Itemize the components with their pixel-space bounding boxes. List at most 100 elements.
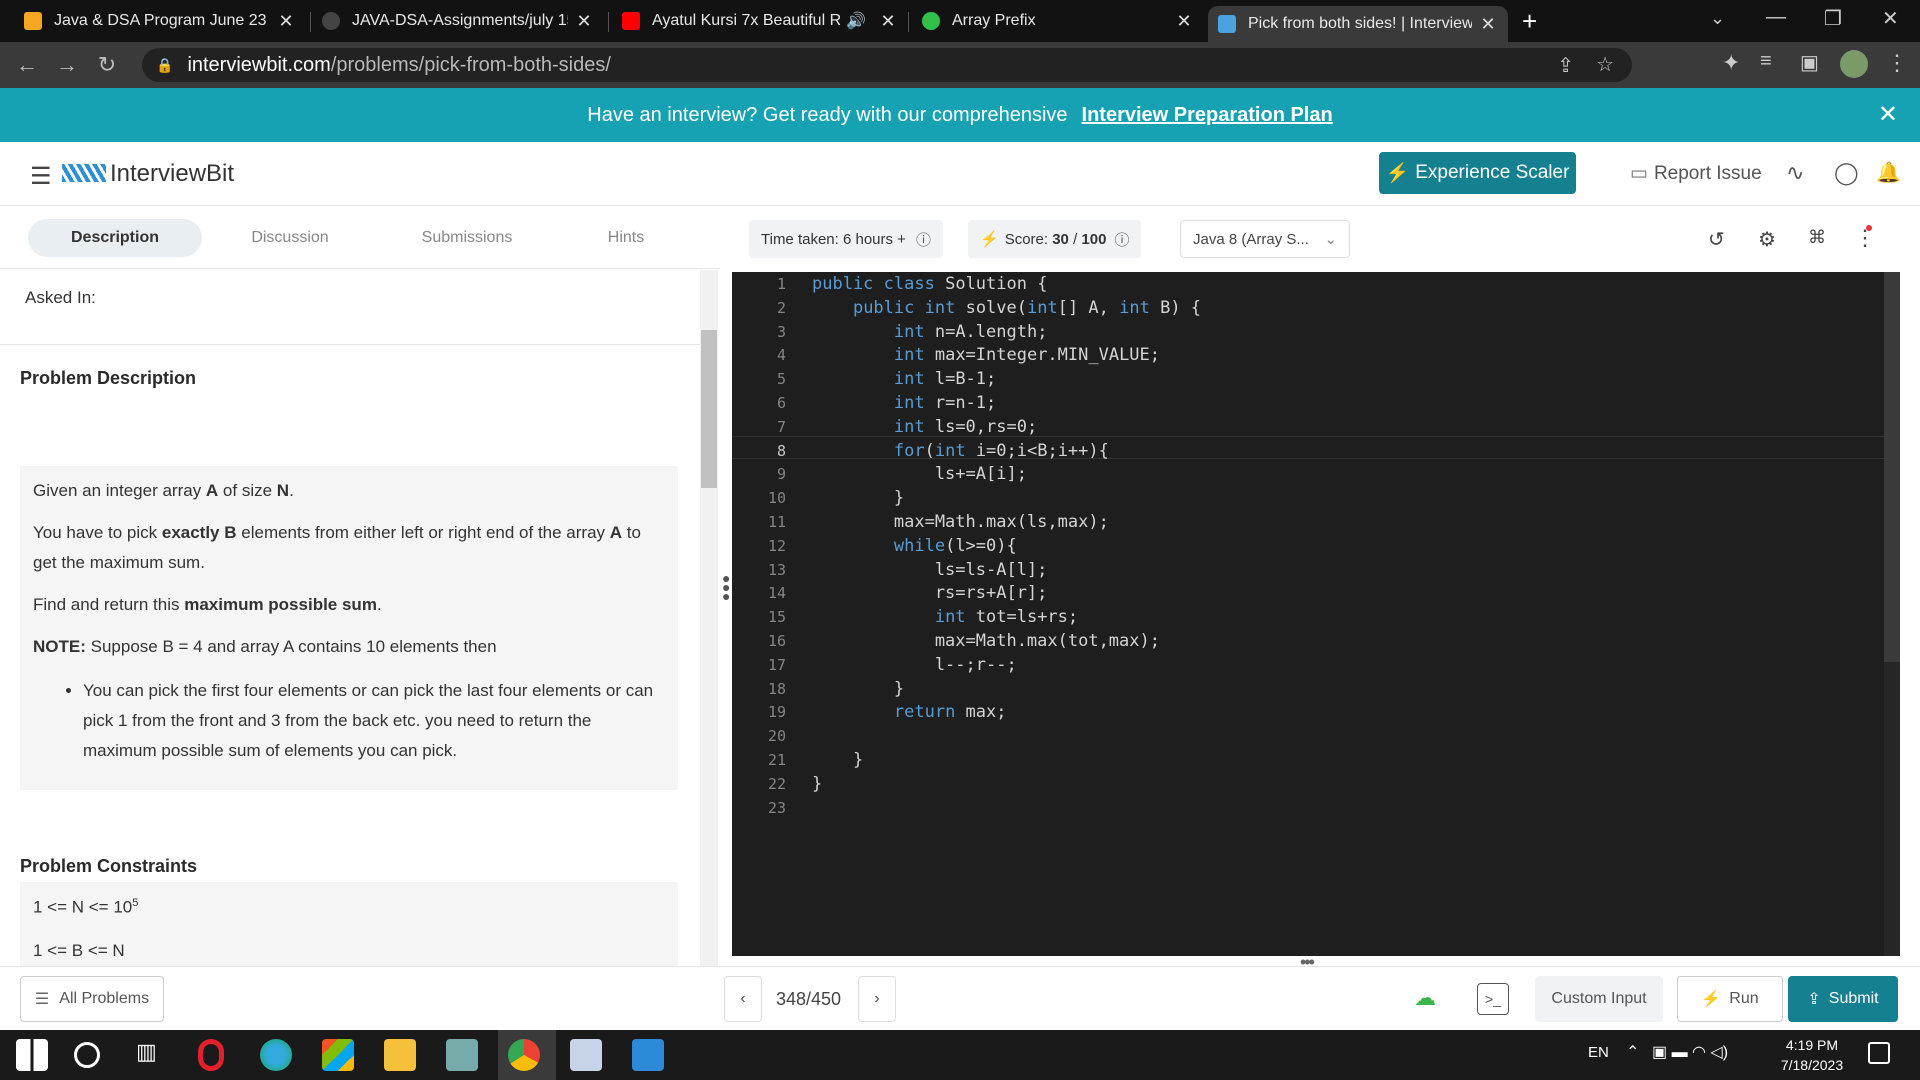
code-line[interactable]: int l=B-1; xyxy=(812,369,996,389)
restore-icon[interactable]: ❐ xyxy=(1824,6,1842,31)
pane-resize-handle[interactable]: ● ● ● xyxy=(722,571,730,603)
activity-icon[interactable]: ∿ xyxy=(1786,160,1804,186)
terminal-icon[interactable]: >_ xyxy=(1477,983,1509,1015)
bottom-bar: ☰ All Problems ‹ 348/450 › ☁ >_ Custom In… xyxy=(0,966,1920,1030)
notifications-icon[interactable] xyxy=(1868,1042,1890,1064)
close-tab-icon[interactable]: ✕ xyxy=(1174,11,1194,32)
close-tab-icon[interactable]: ✕ xyxy=(574,11,594,32)
clock[interactable]: 4:19 PM 7/18/2023 xyxy=(1772,1035,1852,1075)
browser-tab[interactable]: Array Prefix ✕ xyxy=(922,4,1194,38)
close-tab-icon[interactable]: ✕ xyxy=(878,11,898,32)
forward-icon[interactable]: → xyxy=(52,50,82,80)
prev-problem-button[interactable]: ‹ xyxy=(724,976,762,1022)
task-view-icon[interactable]: ▥ xyxy=(136,1039,168,1071)
code-line[interactable]: public class Solution { xyxy=(812,274,1047,294)
code-line[interactable]: } xyxy=(812,488,904,508)
windows-start-icon[interactable] xyxy=(16,1039,48,1071)
bookmark-star-icon[interactable]: ☆ xyxy=(1596,52,1614,77)
editor-scrollbar-thumb[interactable] xyxy=(1884,272,1900,662)
code-line[interactable]: int max=Integer.MIN_VALUE; xyxy=(812,345,1160,365)
browser-tab-bar: Java & DSA Program June 23 - Le ✕ JAVA-D… xyxy=(0,0,1920,42)
run-button[interactable]: ⚡ Run xyxy=(1677,976,1783,1022)
editor-scrollbar[interactable] xyxy=(1884,272,1900,956)
audio-icon[interactable]: 🔊 xyxy=(846,11,866,31)
edge-icon[interactable] xyxy=(260,1039,292,1071)
new-tab-icon[interactable]: + xyxy=(1522,6,1537,37)
menu-kebab-icon[interactable]: ⋮ xyxy=(1886,50,1908,76)
language-indicator[interactable]: EN xyxy=(1588,1044,1609,1061)
code-line[interactable]: ls=ls-A[l]; xyxy=(812,560,1048,580)
code-line[interactable]: l--;r--; xyxy=(812,655,1017,675)
info-icon[interactable]: ⓘ xyxy=(1114,229,1129,250)
close-banner-icon[interactable]: ✕ xyxy=(1878,100,1898,129)
all-problems-button[interactable]: ☰ All Problems xyxy=(20,976,164,1022)
report-issue-button[interactable]: ▭ Report Issue xyxy=(1630,162,1762,185)
close-window-icon[interactable]: ✕ xyxy=(1882,6,1899,31)
extensions-icon[interactable]: ✦ xyxy=(1722,50,1740,76)
code-line[interactable]: int tot=ls+rs; xyxy=(812,607,1078,627)
close-tab-icon[interactable]: ✕ xyxy=(1478,14,1498,35)
app-icon[interactable] xyxy=(446,1039,478,1071)
custom-input-button[interactable]: Custom Input xyxy=(1535,976,1663,1022)
next-problem-button[interactable]: › xyxy=(858,976,896,1022)
code-line[interactable]: max=Math.max(ls,max); xyxy=(812,512,1109,532)
code-line[interactable]: int r=n-1; xyxy=(812,393,996,413)
photos-icon[interactable] xyxy=(632,1039,664,1071)
experience-scaler-button[interactable]: ⚡ Experience Scaler xyxy=(1379,152,1576,194)
code-line[interactable]: } xyxy=(812,679,904,699)
tab-submissions[interactable]: Submissions xyxy=(380,219,554,257)
language-select[interactable]: Java 8 (Array S... ⌄ xyxy=(1180,220,1350,258)
scrollbar-thumb[interactable] xyxy=(701,330,717,488)
media-icon[interactable]: ≡ xyxy=(1760,50,1772,73)
code-line[interactable]: for(int i=0;i<B;i++){ xyxy=(812,441,1109,461)
code-editor[interactable]: 1 public class Solution {2 public int sol… xyxy=(732,272,1900,956)
reset-icon[interactable]: ↺ xyxy=(1708,227,1725,252)
back-icon[interactable]: ← xyxy=(12,50,42,80)
side-panel-icon[interactable]: ▣ xyxy=(1800,50,1819,75)
code-line[interactable]: rs=rs+A[r]; xyxy=(812,583,1048,603)
system-tray-icons[interactable]: ▣ ▬ ◠ ◁) xyxy=(1652,1042,1728,1062)
mail-icon[interactable] xyxy=(570,1039,602,1071)
profile-avatar[interactable] xyxy=(1840,50,1868,78)
code-line[interactable]: } xyxy=(812,774,822,794)
code-line[interactable]: public int solve(int[] A, int B) { xyxy=(812,298,1201,318)
tab-description[interactable]: Description xyxy=(28,219,202,257)
code-line[interactable]: while(l>=0){ xyxy=(812,536,1017,556)
tab-discussion[interactable]: Discussion xyxy=(203,219,377,257)
browser-tab[interactable]: Java & DSA Program June 23 - Le ✕ xyxy=(24,4,296,38)
share-icon[interactable]: ⇪ xyxy=(1557,53,1574,78)
opera-icon[interactable] xyxy=(198,1039,224,1071)
interview-plan-link[interactable]: Interview Preparation Plan xyxy=(1082,104,1333,127)
tab-favicon-icon xyxy=(24,12,42,30)
browser-tab-active[interactable]: Pick from both sides! | Interviewb ✕ xyxy=(1208,6,1508,42)
search-icon[interactable] xyxy=(74,1042,100,1068)
user-icon[interactable]: ◯ xyxy=(1834,160,1859,186)
notification-bell-icon[interactable]: 🔔 xyxy=(1876,160,1901,185)
settings-gear-icon[interactable]: ⚙ xyxy=(1758,227,1776,252)
store-icon[interactable] xyxy=(322,1039,354,1071)
file-explorer-icon[interactable] xyxy=(384,1039,416,1071)
hamburger-menu-icon[interactable]: ☰ xyxy=(30,162,52,191)
code-line[interactable]: int ls=0,rs=0; xyxy=(812,417,1037,437)
shortcuts-icon[interactable]: ⌘ xyxy=(1808,227,1826,248)
submit-button[interactable]: ⇪ Submit xyxy=(1788,976,1898,1022)
more-options-icon[interactable]: ⋮ xyxy=(1854,225,1876,251)
tab-search-icon[interactable]: ⌄ xyxy=(1710,8,1725,29)
info-icon[interactable]: ⓘ xyxy=(916,229,931,250)
logo-text[interactable]: InterviewBit xyxy=(110,160,234,188)
minimize-icon[interactable]: — xyxy=(1766,6,1786,29)
browser-tab[interactable]: JAVA-DSA-Assignments/july 15 A ✕ xyxy=(322,4,594,38)
code-line[interactable]: max=Math.max(tot,max); xyxy=(812,631,1160,651)
code-line[interactable]: ls+=A[i]; xyxy=(812,464,1027,484)
close-tab-icon[interactable]: ✕ xyxy=(276,11,296,32)
problem-scrollbar[interactable] xyxy=(700,270,718,970)
browser-tab[interactable]: Ayatul Kursi 7x Beautiful Reci 🔊 ✕ xyxy=(622,4,898,38)
code-line[interactable]: int n=A.length; xyxy=(812,322,1048,342)
url-field[interactable]: 🔒 interviewbit.com/problems/pick-from-bo… xyxy=(142,48,1632,82)
chrome-icon[interactable] xyxy=(508,1039,540,1071)
tab-hints[interactable]: Hints xyxy=(539,219,713,257)
code-line[interactable]: } xyxy=(812,750,863,770)
chevron-up-icon[interactable]: ⌃ xyxy=(1626,1042,1639,1062)
code-line[interactable]: return max; xyxy=(812,702,1007,722)
reload-icon[interactable]: ↻ xyxy=(92,50,122,80)
